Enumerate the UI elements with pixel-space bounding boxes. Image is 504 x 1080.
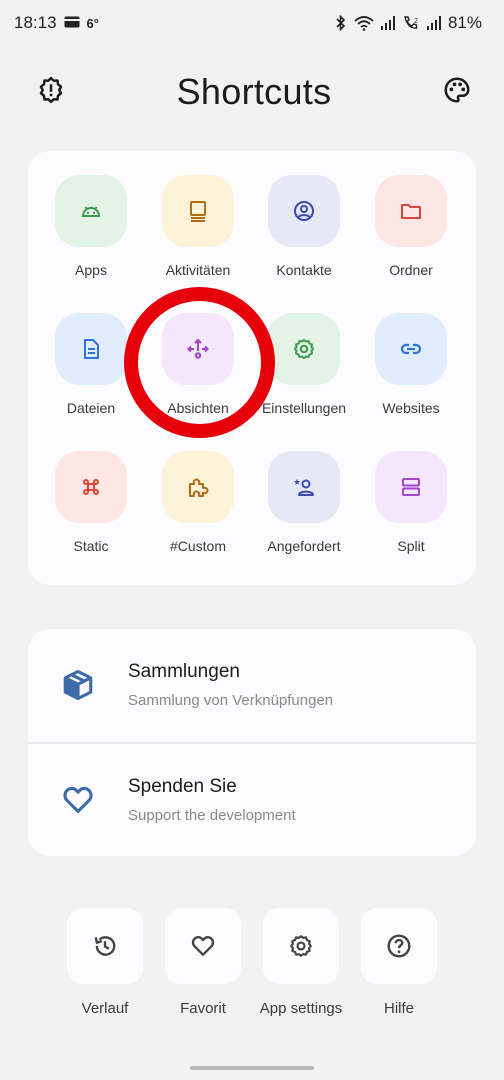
tile-einstellungen[interactable]: Einstellungen [248,289,360,419]
donate-subtitle: Support the development [128,807,296,824]
history-label: Verlauf [81,1000,129,1017]
help-icon [361,908,437,984]
activity-icon [162,175,234,247]
tile-static[interactable]: Static [35,427,147,557]
tile-custom[interactable]: #Custom [142,427,254,557]
settings-button[interactable] [34,75,68,109]
tile-label: Aktivitäten [165,262,231,278]
donate-title: Spenden Sie [128,776,237,797]
theme-button[interactable] [440,75,474,109]
tile-kontakte[interactable]: Kontakte [248,151,360,281]
android-icon [55,175,127,247]
help-button[interactable]: Hilfe [347,908,451,1028]
favorite-label: Favorit [180,1000,226,1017]
status-bar: 18:13 6° 2 81% [0,0,504,46]
contact-icon [268,175,340,247]
tile-apps[interactable]: Apps [35,151,147,281]
tile-label: Websites [382,400,440,416]
collections-title: Sammlungen [128,661,240,682]
history-button[interactable]: Verlauf [53,908,157,1028]
signal-2-icon [426,16,441,30]
tile-absichten[interactable]: Absichten [142,289,254,419]
file-icon [55,313,127,385]
tile-label: Ordner [389,262,433,278]
tile-label: Einstellungen [261,400,347,416]
box-icon [28,668,128,702]
tile-angefordert[interactable]: Angefordert [248,427,360,557]
app-settings-icon [263,908,339,984]
tile-label: Angefordert [267,538,341,554]
palette-icon [442,75,472,110]
heart-icon [28,783,128,817]
collections-subtitle: Sammlung von Verknüpfungen [128,692,334,709]
tile-split[interactable]: Split [355,427,467,557]
shortcut-types-card: Apps Aktivitäten Kontakte Ordner Dateien Absi… [28,151,476,585]
tile-label: Kontakte [276,262,332,278]
donate-text: Spenden Sie Support the development [128,776,296,824]
battery-level: 81% [447,13,482,32]
status-left: 18:13 6° [14,13,99,33]
tile-label: Split [397,538,425,554]
command-icon [55,451,127,523]
settings-gear-icon [268,313,340,385]
link-icon [375,313,447,385]
card-icon [64,13,80,33]
tile-label: Dateien [66,400,116,416]
app-settings-label: App settings [259,1000,343,1017]
gesture-handle[interactable] [190,1066,314,1070]
intent-icon [162,313,234,385]
tile-websites[interactable]: Websites [355,289,467,419]
tile-label: #Custom [169,538,227,554]
folder-icon [375,175,447,247]
favorite-button[interactable]: Favorit [151,908,255,1028]
app-settings-button[interactable]: App settings [249,908,353,1028]
tile-ordner[interactable]: Ordner [355,151,467,281]
collections-row[interactable]: Sammlungen Sammlung von Verknüpfungen [28,629,476,741]
puzzle-icon [162,451,234,523]
links-card: Sammlungen Sammlung von Verknüpfungen Sp… [28,629,476,856]
bottom-actions: Verlauf Favorit App settings Hilfe [0,908,504,1028]
status-temperature: 6° [86,15,99,31]
person-star-icon [268,451,340,523]
donate-row[interactable]: Spenden Sie Support the development [28,744,476,856]
svg-text:2: 2 [414,18,418,25]
favorite-icon [165,908,241,984]
status-right: 2 81% [335,13,482,33]
app-header: Shortcuts [0,62,504,122]
status-time: 18:13 [14,13,57,32]
call-icon: 2 [402,15,420,31]
tile-label: Apps [75,262,107,278]
history-icon [67,908,143,984]
tile-label: Absichten [167,400,229,416]
bluetooth-icon [335,15,347,31]
tile-aktivitäten[interactable]: Aktivitäten [142,151,254,281]
help-label: Hilfe [383,1000,414,1017]
tile-dateien[interactable]: Dateien [35,289,147,419]
shortcut-types-grid: Apps Aktivitäten Kontakte Ordner Dateien Absi… [28,151,476,585]
tile-label: Static [73,538,109,554]
settings-icon [36,75,66,110]
wifi-icon [354,15,374,31]
split-icon [375,451,447,523]
page-title: Shortcuts [176,71,332,112]
collections-text: Sammlungen Sammlung von Verknüpfungen [128,661,333,709]
signal-icon [380,16,395,30]
